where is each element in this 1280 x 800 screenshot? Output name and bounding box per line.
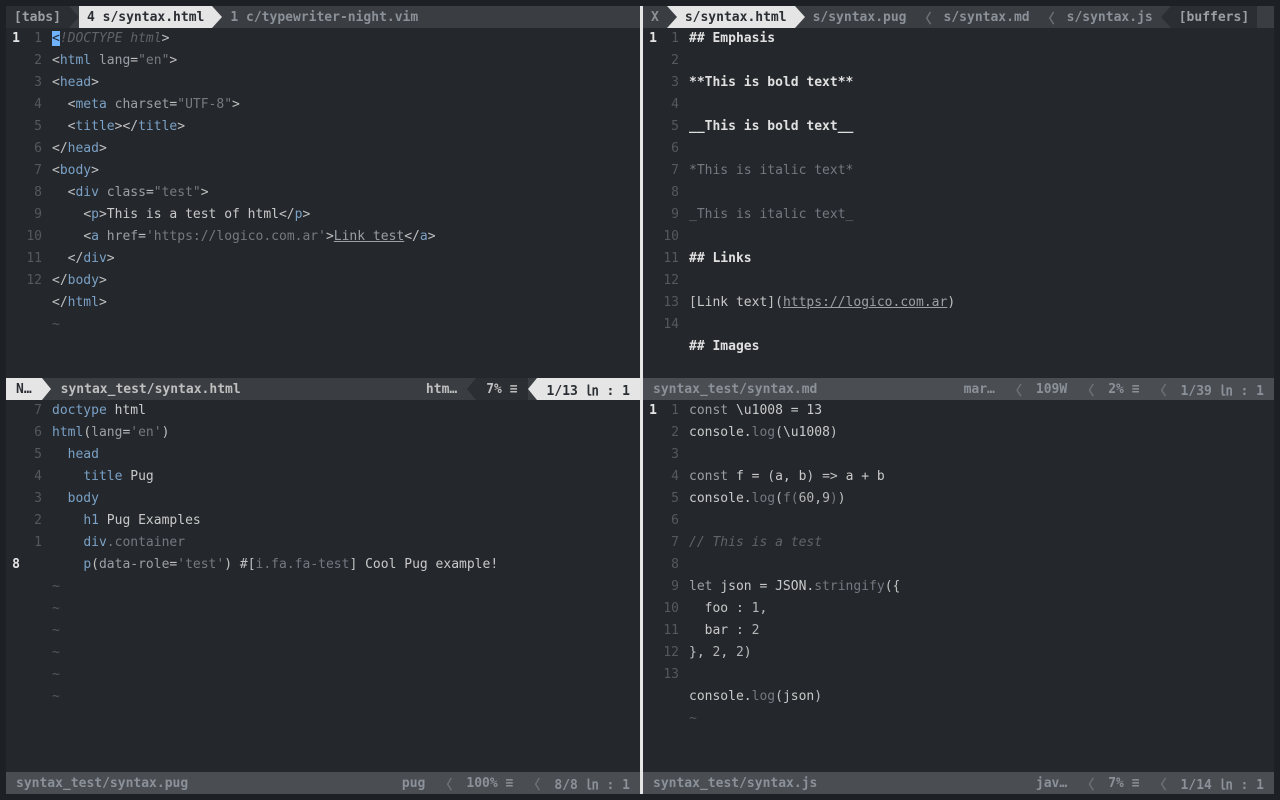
status-wordcount: 109W: [1026, 378, 1077, 400]
gutter-main: 8: [6, 400, 24, 772]
status-filetype: pug: [392, 772, 435, 794]
status-percent: 7% ≡: [476, 378, 527, 400]
tabbar-right: X s/syntax.html s/syntax.pug 〈 s/syntax.…: [643, 6, 1274, 28]
code-lines: doctype htmlhtml(lang='en') head title P…: [52, 400, 640, 772]
separator-icon: 〈: [1077, 774, 1098, 793]
gutter: 7654321: [24, 400, 52, 772]
gutter: 1234567891011121314: [661, 28, 689, 378]
status-percent: 7% ≡: [1098, 772, 1149, 794]
separator-icon: 〈: [1150, 380, 1171, 399]
editor-pug[interactable]: 8 7654321 doctype htmlhtml(lang='en') he…: [6, 400, 640, 772]
chevron-left-icon: 〈: [915, 8, 936, 27]
status-filetype: mar…: [954, 378, 1005, 400]
statusline-br: syntax_test/syntax.js jav… 〈 7% ≡ 〈 1/14…: [643, 772, 1274, 794]
gutter-main: 1: [643, 400, 661, 772]
status-path: syntax_test/syntax.md: [643, 378, 827, 400]
tabbar-label: [tabs]: [6, 6, 69, 28]
separator-icon: 〈: [435, 774, 456, 793]
tabbar-label: [buffers]: [1171, 6, 1257, 28]
tab-syntax-html[interactable]: s/syntax.html: [677, 6, 795, 28]
tab-syntax-pug[interactable]: s/syntax.pug: [805, 6, 915, 28]
gutter: 12345678910111213: [661, 400, 689, 772]
status-percent: 100% ≡: [456, 772, 523, 794]
editor-md[interactable]: 1 1234567891011121314 ## Emphasis **This…: [643, 28, 1274, 378]
tabbar-left: [tabs] 4 s/syntax.html 1 c/typewriter-ni…: [6, 6, 640, 28]
chevron-left-icon: 〈: [1038, 8, 1059, 27]
code-lines: ## Emphasis **This is bold text** __This…: [689, 28, 1274, 378]
statusline-tr: syntax_test/syntax.md mar… 〈 109W 〈 2% ≡…: [643, 378, 1274, 400]
code-lines: <!DOCTYPE html><html lang="en"><head> <m…: [52, 28, 640, 378]
status-path: syntax_test/syntax.js: [643, 772, 827, 794]
status-position: 1/13 ㏑ : 1: [537, 378, 640, 400]
chevron-right-icon: [212, 6, 222, 28]
chevron-right-icon: [795, 6, 805, 28]
pane-top-right: X s/syntax.html s/syntax.pug 〈 s/syntax.…: [640, 6, 1274, 400]
separator-icon: 〈: [1150, 774, 1171, 793]
status-position: 1/39 ㏑ : 1: [1171, 378, 1274, 400]
tab-syntax-html[interactable]: 4 s/syntax.html: [79, 6, 212, 28]
tab-syntax-js[interactable]: s/syntax.js: [1059, 6, 1161, 28]
status-path: syntax_test/syntax.pug: [6, 772, 198, 794]
separator-icon: 〈: [1077, 380, 1098, 399]
tab-typewriter-night[interactable]: 1 c/typewriter-night.vim: [222, 6, 426, 28]
chevron-right-icon: [69, 6, 79, 28]
status-filetype: jav…: [1026, 772, 1077, 794]
code-lines: const \u1008 = 13console.log(\u1008) con…: [689, 400, 1274, 772]
pane-bottom-left: 8 7654321 doctype htmlhtml(lang='en') he…: [6, 400, 640, 794]
tab-syntax-md[interactable]: s/syntax.md: [936, 6, 1038, 28]
statusline-tl: N… syntax_test/syntax.html htm… 7% ≡ 1/1…: [6, 378, 640, 400]
editor-html[interactable]: 1 123456789101112 <!DOCTYPE html><html l…: [6, 28, 640, 378]
status-percent: 2% ≡: [1098, 378, 1149, 400]
chevron-left-icon: [1161, 6, 1171, 28]
gutter-main: 1: [643, 28, 661, 378]
separator-icon: [42, 378, 51, 400]
status-filetype: htm…: [416, 378, 467, 400]
pane-bottom-right: 1 12345678910111213 const \u1008 = 13con…: [640, 400, 1274, 794]
status-path: syntax_test/syntax.html: [51, 378, 251, 400]
separator-icon: 〈: [523, 774, 544, 793]
separator-icon: [467, 378, 476, 400]
tab-close[interactable]: X: [643, 6, 667, 28]
editor-js[interactable]: 1 12345678910111213 const \u1008 = 13con…: [643, 400, 1274, 772]
separator-icon: 〈: [1005, 380, 1026, 399]
status-position: 8/8 ㏑ : 1: [544, 772, 640, 794]
gutter: 123456789101112: [24, 28, 52, 378]
pane-top-left: [tabs] 4 s/syntax.html 1 c/typewriter-ni…: [6, 6, 640, 400]
separator-icon: [528, 378, 537, 400]
gutter-main: 1: [6, 28, 24, 378]
chevron-right-icon: [667, 6, 677, 28]
mode-indicator: N…: [6, 378, 42, 400]
statusline-bl: syntax_test/syntax.pug pug 〈 100% ≡ 〈 8/…: [6, 772, 640, 794]
status-position: 1/14 ㏑ : 1: [1171, 772, 1274, 794]
